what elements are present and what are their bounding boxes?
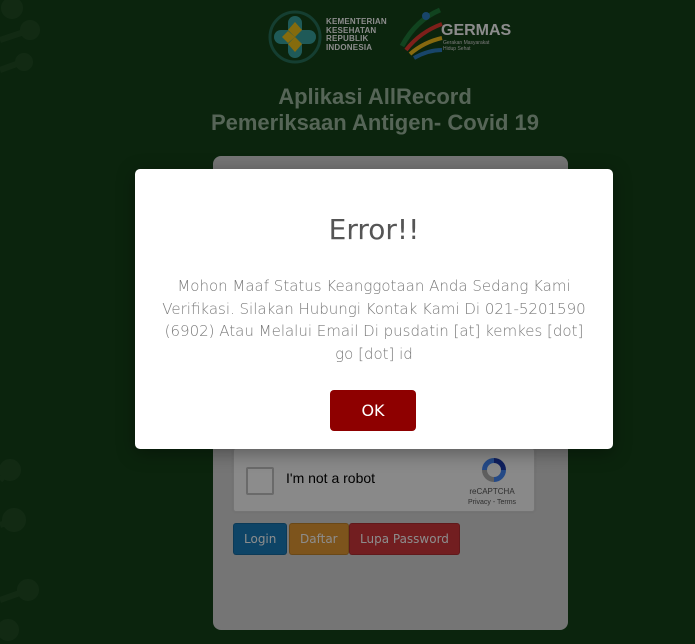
dialog-message: Mohon Maaf Status Keanggotaan Anda Sedan… [162, 277, 586, 363]
ok-button[interactable]: OK [330, 390, 416, 431]
error-dialog: Error!! Mohon Maaf Status Keanggotaan An… [135, 169, 613, 449]
dialog-title: Error!! [328, 213, 420, 246]
